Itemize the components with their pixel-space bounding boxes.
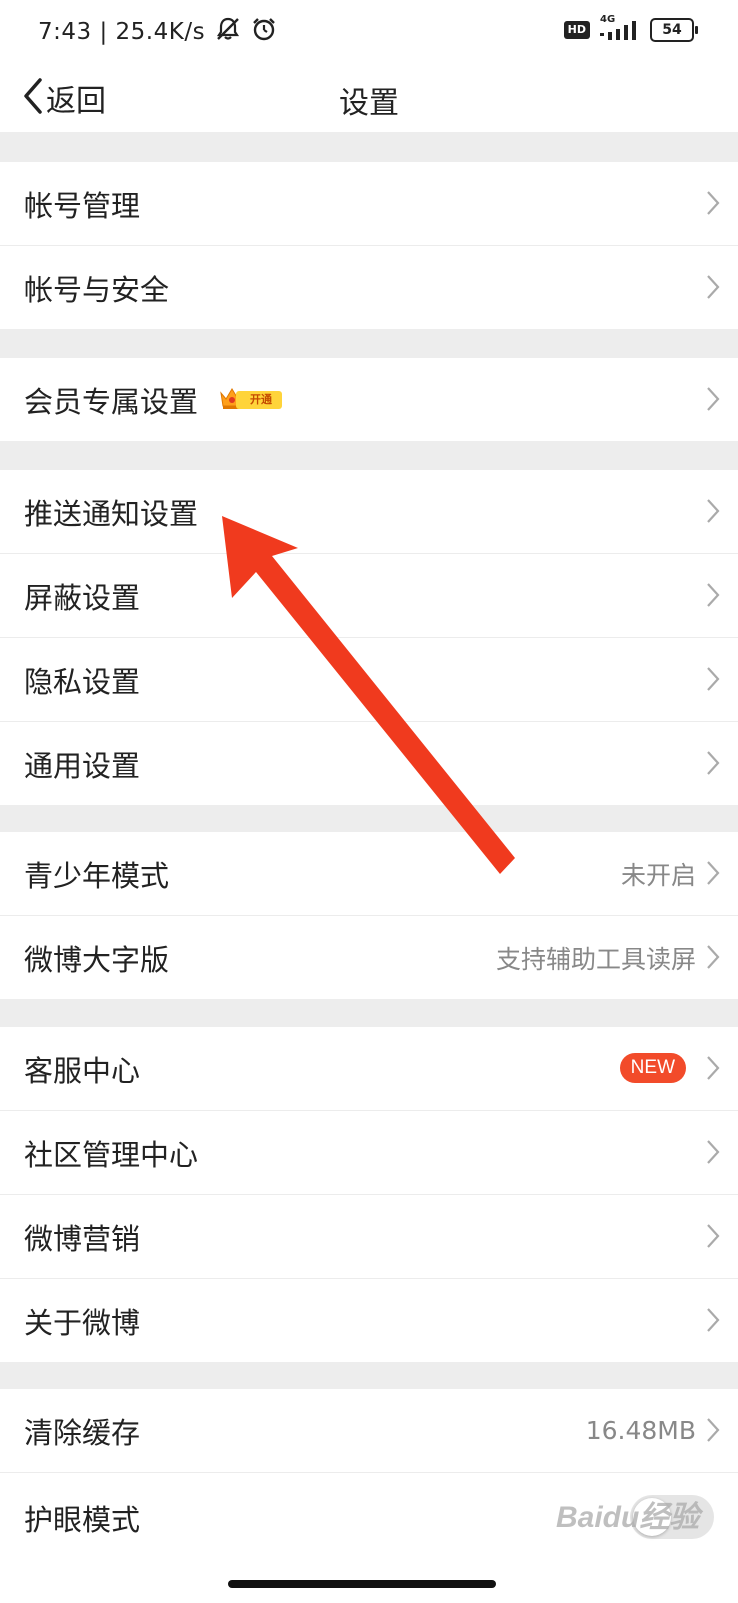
settings-item-customer-service[interactable]: 客服中心 NEW (0, 1027, 738, 1111)
status-right: HD 4G 54 (563, 14, 698, 42)
hd-badge: HD (563, 21, 590, 39)
watermark: Baidu经验 (556, 1501, 700, 1534)
item-value: 16.48MB (585, 1416, 696, 1445)
settings-item-block[interactable]: 屏蔽设置 (0, 554, 738, 638)
settings-item-large-font[interactable]: 微博大字版 支持辅助工具读屏 (0, 916, 738, 999)
chevron-right-icon (706, 750, 720, 780)
settings-item-privacy[interactable]: 隐私设置 (0, 638, 738, 722)
chevron-right-icon (706, 860, 720, 890)
chevron-right-icon (706, 944, 720, 974)
settings-item-vip-settings[interactable]: 会员专属设置 开通 (0, 358, 738, 441)
chevron-right-icon (706, 190, 720, 220)
settings-item-push-notifications[interactable]: 推送通知设置 (0, 470, 738, 554)
item-title: 帐号与安全 (24, 272, 170, 307)
item-title: 微博营销 (24, 1221, 141, 1256)
mute-bell-icon (215, 16, 241, 48)
chevron-right-icon (706, 1139, 720, 1169)
status-bar: 7:43 | 25.4K/s HD 4G 54 (0, 0, 738, 64)
chevron-right-icon (706, 582, 720, 612)
item-title: 护眼模式 (24, 1503, 141, 1537)
settings-item-general[interactable]: 通用设置 (0, 722, 738, 805)
nav-bar: 返回 设置 (0, 64, 738, 132)
vip-badge-label: 开通 (236, 390, 283, 409)
status-time-speed: 7:43 | 25.4K/s (38, 19, 206, 45)
item-title: 客服中心 (24, 1053, 141, 1088)
chevron-right-icon (706, 666, 720, 696)
settings-item-account-management[interactable]: 帐号管理 (0, 162, 738, 246)
settings-group-services: 客服中心 NEW 社区管理中心 微博营销 关于微博 (0, 1027, 738, 1362)
item-value: 未开启 (620, 860, 696, 890)
settings-item-clear-cache[interactable]: 清除缓存 16.48MB (0, 1389, 738, 1473)
settings-group-account: 帐号管理 帐号与安全 (0, 162, 738, 329)
new-badge: NEW (619, 1053, 686, 1083)
settings-item-account-security[interactable]: 帐号与安全 (0, 246, 738, 329)
item-title: 帐号管理 (24, 188, 141, 223)
settings-group-modes: 青少年模式 未开启 微博大字版 支持辅助工具读屏 (0, 832, 738, 999)
item-title: 屏蔽设置 (24, 580, 141, 615)
item-title: 会员专属设置 (24, 384, 199, 419)
settings-group-general: 推送通知设置 屏蔽设置 隐私设置 通用设置 (0, 470, 738, 805)
chevron-right-icon (706, 1417, 720, 1447)
item-title: 青少年模式 (24, 858, 170, 893)
item-title: 清除缓存 (24, 1415, 141, 1450)
item-title: 通用设置 (24, 748, 141, 783)
item-title: 微博大字版 (24, 942, 170, 977)
signal-icon: 4G (598, 14, 642, 42)
chevron-right-icon (706, 274, 720, 304)
settings-item-community[interactable]: 社区管理中心 (0, 1111, 738, 1195)
chevron-right-icon (706, 1307, 720, 1337)
item-title: 关于微博 (24, 1305, 141, 1340)
settings-item-teen-mode[interactable]: 青少年模式 未开启 (0, 832, 738, 916)
settings-group-vip: 会员专属设置 开通 (0, 358, 738, 441)
page-title: 设置 (339, 86, 399, 121)
chevron-right-icon (706, 386, 720, 416)
home-indicator[interactable] (228, 1580, 496, 1588)
vip-open-badge[interactable]: 开通 (218, 387, 283, 413)
settings-item-about[interactable]: 关于微博 (0, 1279, 738, 1362)
battery-icon: 54 (650, 18, 698, 42)
item-title: 社区管理中心 (24, 1137, 199, 1172)
item-title: 推送通知设置 (24, 496, 199, 531)
status-left: 7:43 | 25.4K/s (38, 16, 277, 48)
chevron-right-icon (706, 1055, 720, 1085)
item-value: 支持辅助工具读屏 (495, 944, 696, 974)
settings-item-marketing[interactable]: 微博营销 (0, 1195, 738, 1279)
chevron-right-icon (706, 1223, 720, 1253)
chevron-right-icon (706, 498, 720, 528)
item-title: 隐私设置 (24, 664, 141, 699)
alarm-clock-icon (251, 16, 277, 48)
